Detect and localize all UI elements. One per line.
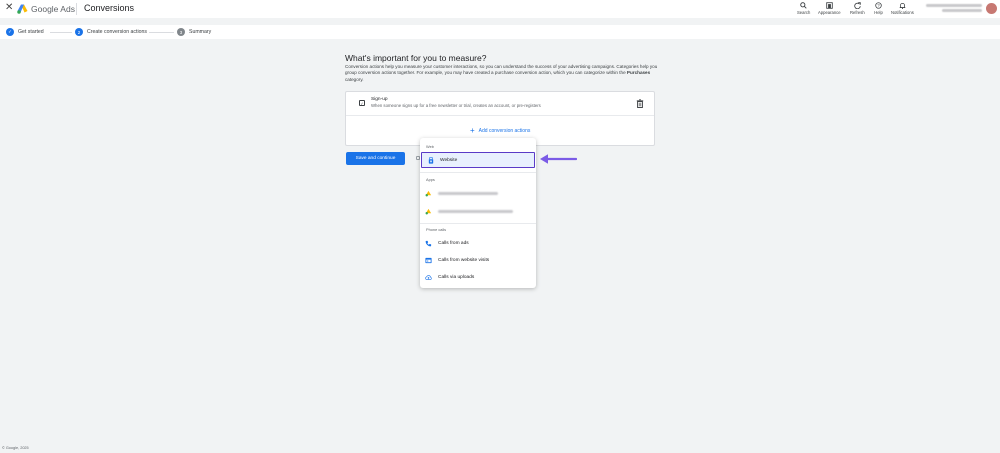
appearance-icon: [825, 1, 834, 10]
appearance-tool-label: Appearance: [818, 10, 841, 15]
step-get-started[interactable]: ✓ Get started: [6, 28, 44, 36]
desc-bold-category: Purchases: [626, 70, 651, 76]
menu-item-label: Calls from ads: [438, 240, 469, 246]
step-label: Get started: [18, 29, 44, 35]
app-icon: [425, 208, 432, 215]
blurred-app-name: [438, 209, 513, 213]
svg-text:?: ?: [877, 3, 880, 8]
menu-separator: [420, 172, 536, 173]
search-tool-label: Search: [797, 10, 811, 15]
top-bar: ✕ Google Ads Conversions Search Appearan…: [0, 0, 1000, 18]
menu-item-label: Calls via uploads: [438, 274, 475, 280]
group-label-phone-calls: Phone calls: [426, 227, 447, 232]
help-icon: ?: [874, 1, 883, 10]
step-summary[interactable]: 3 Summary: [177, 28, 211, 36]
save-and-continue-button[interactable]: Save and continue: [346, 152, 405, 165]
account-info-blurred[interactable]: [926, 3, 984, 14]
menu-item-label: Calls from website visits: [438, 257, 490, 263]
footer-copyright: © Google, 2025: [2, 446, 29, 450]
menu-item-calls-via-uploads[interactable]: Calls via uploads: [420, 269, 536, 285]
notifications-tool-label: Notifications: [891, 10, 914, 15]
menu-separator: [420, 223, 536, 224]
conversion-source-menu: Web Website Apps Phone calls Calls from …: [420, 138, 536, 288]
search-tool[interactable]: Search: [797, 1, 810, 15]
plus-icon: +: [470, 126, 475, 135]
conversion-action-description: When someone signs up for a free newslet…: [371, 103, 541, 108]
step-number: 3: [177, 28, 185, 36]
blurred-app-name: [438, 191, 498, 195]
app-icon: [425, 190, 432, 197]
step-connector: [149, 31, 174, 33]
bell-icon: [898, 1, 907, 10]
help-tool-label: Help: [874, 10, 883, 15]
group-label-web: Web: [426, 144, 434, 149]
conversion-action-row[interactable]: ✓ Sign-up When someone signs up for a fr…: [346, 92, 654, 116]
conversion-action-title: Sign-up: [371, 97, 388, 102]
step-number: 2: [75, 28, 83, 36]
step-label: Summary: [189, 29, 212, 35]
menu-item-app-1[interactable]: [420, 185, 536, 201]
menu-item-calls-from-website[interactable]: Calls from website visits: [420, 252, 536, 268]
step-connector: [50, 31, 72, 33]
menu-item-label: Website: [440, 157, 458, 163]
annotation-arrow-icon: [540, 154, 577, 164]
google-ads-logo: [17, 4, 28, 14]
notifications-tool[interactable]: Notifications: [891, 1, 914, 15]
check-icon: ✓: [6, 28, 14, 36]
refresh-tool-label: Refresh: [850, 10, 865, 15]
page-title: Conversions: [84, 3, 135, 13]
refresh-tool[interactable]: Refresh: [850, 1, 865, 15]
page-description: Conversion actions help you measure your…: [345, 64, 665, 83]
checkbox-icon[interactable]: ✓: [359, 100, 365, 106]
desc-text: Conversion actions help you measure your…: [345, 64, 658, 76]
calls-website-icon: [425, 257, 432, 264]
search-icon: [799, 1, 808, 10]
cloud-upload-icon: [425, 274, 432, 281]
page-heading: What's important for you to measure?: [345, 53, 487, 63]
divider: [76, 3, 77, 15]
group-label-apps: Apps: [426, 177, 435, 182]
desc-text-end: category.: [345, 76, 364, 82]
trash-icon[interactable]: [636, 99, 644, 108]
step-create-conversion-actions[interactable]: 2 Create conversion actions: [75, 28, 147, 36]
phone-icon: [425, 240, 432, 247]
menu-item-website[interactable]: Website: [421, 152, 535, 168]
close-icon[interactable]: ✕: [5, 3, 13, 13]
brand-name: Google Ads: [31, 4, 75, 14]
progress-stepper: ✓ Get started 2 Create conversion action…: [0, 25, 1000, 39]
menu-item-calls-from-ads[interactable]: Calls from ads: [420, 235, 536, 251]
refresh-icon: [853, 1, 862, 10]
add-conversion-actions-label: Add conversion actions: [478, 128, 531, 134]
website-icon: [427, 156, 434, 164]
avatar[interactable]: [986, 3, 997, 14]
add-conversion-actions-button[interactable]: + Add conversion actions: [470, 126, 531, 135]
appearance-tool[interactable]: Appearance: [818, 1, 841, 15]
step-label: Create conversion actions: [87, 29, 147, 35]
menu-item-app-2[interactable]: [420, 203, 536, 219]
help-tool[interactable]: ? Help: [874, 1, 883, 15]
